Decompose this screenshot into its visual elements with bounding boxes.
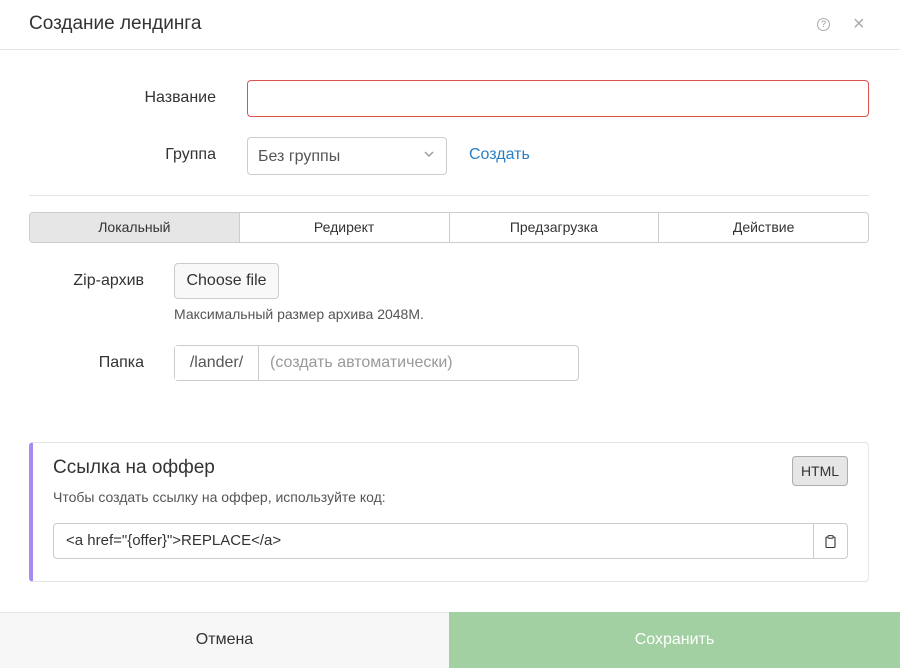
chevron-down-icon — [424, 151, 434, 157]
group-label: Группа — [165, 146, 216, 163]
clipboard-icon — [825, 534, 836, 548]
name-label: Название — [144, 89, 217, 106]
offer-link-panel: Ссылка на оффер Чтобы создать ссылку на … — [29, 442, 869, 582]
question-circle-icon[interactable]: ? — [817, 18, 830, 31]
group-select-value: Без группы — [258, 148, 341, 165]
offer-code-field: <a href="{offer}">REPLACE</a> — [53, 523, 848, 559]
folder-prefix: /lander/ — [175, 346, 259, 380]
zip-label: Zip-архив — [73, 272, 144, 289]
html-button[interactable]: HTML — [792, 456, 848, 486]
close-icon[interactable]: × — [853, 12, 865, 36]
save-button[interactable]: Сохранить — [449, 612, 900, 668]
cancel-button[interactable]: Отмена — [0, 612, 449, 668]
name-input[interactable] — [247, 80, 869, 117]
choose-file-button[interactable]: Choose file — [174, 263, 279, 299]
modal-title: Создание лендинга — [29, 13, 202, 34]
group-select[interactable]: Без группы — [247, 137, 447, 175]
tab-local[interactable]: Локальный — [30, 213, 240, 242]
landing-type-tabs: Локальный Редирект Предзагрузка Действие — [29, 212, 869, 243]
modal-footer: Отмена Сохранить — [0, 612, 900, 668]
folder-input[interactable]: (создать автоматически) — [259, 346, 578, 380]
divider — [29, 195, 869, 196]
tab-redirect[interactable]: Редирект — [240, 213, 450, 242]
copy-button[interactable] — [813, 524, 847, 558]
tab-action[interactable]: Действие — [659, 213, 868, 242]
offer-code-text[interactable]: <a href="{offer}">REPLACE</a> — [54, 524, 813, 558]
modal-header: Создание лендинга ? × — [0, 0, 900, 50]
create-group-link[interactable]: Создать — [469, 146, 530, 164]
offer-panel-title: Ссылка на оффер — [53, 457, 215, 478]
folder-label: Папка — [98, 354, 144, 371]
create-landing-modal: Создание лендинга ? × Название Группа Бе… — [0, 0, 900, 668]
folder-input-group: /lander/ (создать автоматически) — [174, 345, 579, 381]
tab-preload[interactable]: Предзагрузка — [450, 213, 660, 242]
max-size-hint: Максимальный размер архива 2048M. — [174, 306, 424, 322]
offer-panel-subtitle: Чтобы создать ссылку на оффер, используй… — [53, 489, 386, 505]
